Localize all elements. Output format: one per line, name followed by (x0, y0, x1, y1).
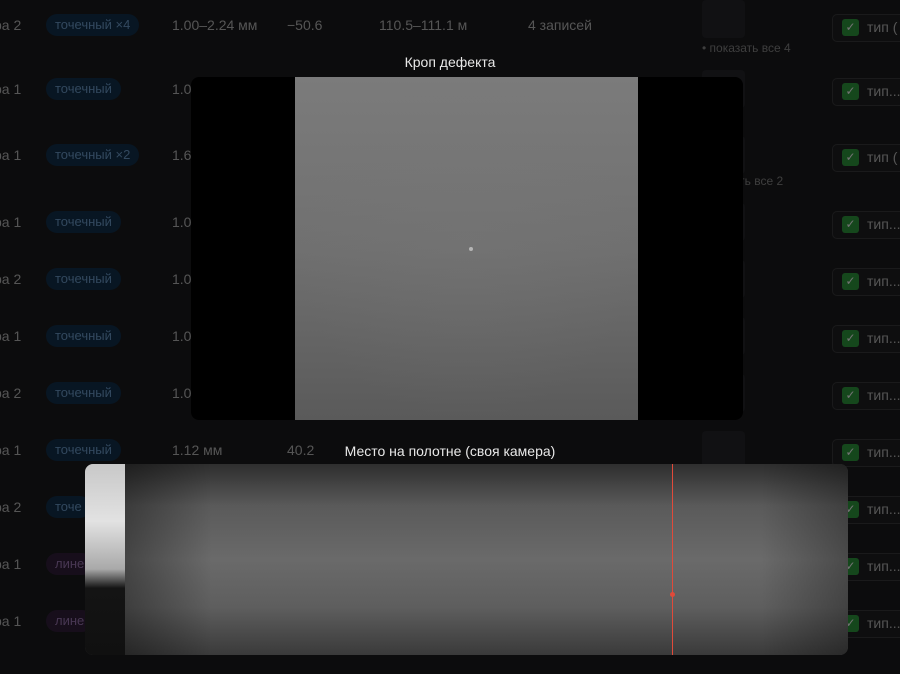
defect-crop-image (295, 77, 638, 420)
web-location-strip (85, 464, 848, 655)
defect-crop-frame (191, 77, 743, 420)
strip-title: Место на полотне (своя камера) (344, 443, 556, 459)
defect-position-marker (672, 464, 673, 655)
strip-edge-image (85, 464, 125, 655)
defect-position-dot (670, 592, 675, 597)
crop-title: Кроп дефекта (404, 54, 496, 70)
defect-point (469, 247, 473, 251)
strip-web-image (125, 464, 848, 655)
